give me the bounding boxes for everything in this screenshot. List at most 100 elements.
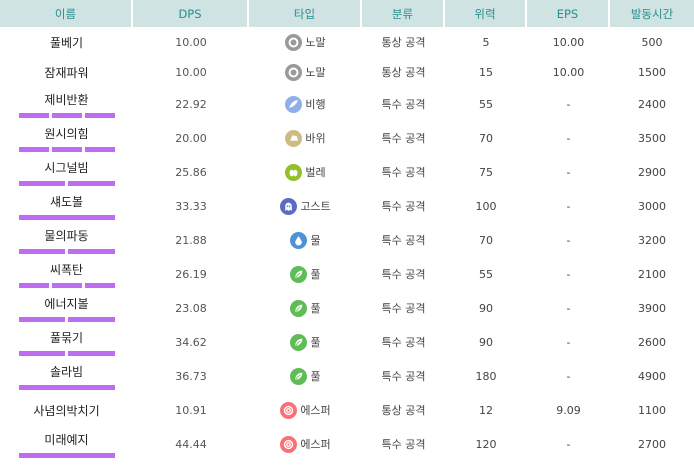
- energy-segment: [51, 282, 82, 288]
- move-type-cell: 풀: [249, 257, 362, 291]
- move-duration: 2600: [638, 335, 666, 349]
- table-row[interactable]: 솔라빔 36.73 풀 특수 공격 180 - 4900: [0, 359, 694, 393]
- move-name[interactable]: 솔라빔: [0, 363, 133, 380]
- move-power: 70: [479, 131, 493, 145]
- move-name[interactable]: 에너지볼: [0, 295, 133, 312]
- energy-segment: [18, 248, 65, 254]
- move-category: 특수 공격: [381, 370, 426, 383]
- table-row[interactable]: 원시의힘 20.00 바위 특수 공격 70 - 3500: [0, 121, 694, 155]
- move-name-cell: 에너지볼: [0, 291, 133, 325]
- energy-segment: [68, 350, 115, 356]
- energy-segment: [18, 146, 49, 152]
- table-row[interactable]: 섀도볼 33.33 고스트 특수 공격 100 - 3000: [0, 189, 694, 223]
- header-category[interactable]: 분류: [362, 0, 445, 27]
- move-type-cell: 벌레: [249, 155, 362, 189]
- move-duration: 1500: [638, 65, 666, 79]
- move-name-cell: 섀도볼: [0, 189, 133, 223]
- move-name-cell: 물의파동: [0, 223, 133, 257]
- energy-segment: [18, 214, 115, 220]
- move-type-cell: 물: [249, 223, 362, 257]
- move-type: 풀: [310, 336, 321, 349]
- energy-bar: [0, 384, 133, 390]
- header-power[interactable]: 위력: [445, 0, 527, 27]
- table-row[interactable]: 시그널빔 25.86 벌레 특수 공격 75 - 2900: [0, 155, 694, 189]
- move-category: 특수 공격: [381, 200, 426, 213]
- header-type[interactable]: 타입: [249, 0, 362, 27]
- table-row[interactable]: 잠재파워 10.00 노말 통상 공격 15 10.00 1500: [0, 57, 694, 87]
- move-duration: 3900: [638, 301, 666, 315]
- move-type-cell: 풀: [249, 291, 362, 325]
- move-name[interactable]: 섀도볼: [0, 193, 133, 210]
- move-category: 통상 공격: [381, 404, 426, 417]
- move-name-cell: 미래예지: [0, 427, 133, 461]
- bug-type-icon: [285, 163, 303, 181]
- move-power: 55: [479, 267, 493, 281]
- move-duration: 500: [641, 35, 663, 49]
- move-name[interactable]: 잠재파워: [0, 64, 133, 81]
- energy-segment: [18, 452, 115, 458]
- move-name[interactable]: 풀베기: [0, 34, 133, 51]
- ghost-type-icon: [280, 197, 298, 215]
- move-name-cell: 풀묶기: [0, 325, 133, 359]
- move-dps: 22.92: [175, 97, 207, 111]
- move-name-cell: 제비반환: [0, 87, 133, 121]
- move-type: 노말: [305, 36, 326, 49]
- move-name-cell: 시그널빔: [0, 155, 133, 189]
- move-eps: -: [566, 199, 571, 213]
- move-name-cell: 풀베기: [0, 27, 133, 57]
- header-duration[interactable]: 발동시간: [610, 0, 694, 27]
- move-type-cell: 풀: [249, 325, 362, 359]
- move-duration: 3000: [638, 199, 666, 213]
- move-dps: 23.08: [175, 301, 207, 315]
- move-power: 120: [475, 437, 497, 451]
- move-type: 풀: [310, 370, 321, 383]
- table-row[interactable]: 풀묶기 34.62 풀 특수 공격 90 - 2600: [0, 325, 694, 359]
- table-row[interactable]: 물의파동 21.88 물 특수 공격 70 - 3200: [0, 223, 694, 257]
- grass-type-icon: [290, 265, 308, 283]
- table-row[interactable]: 에너지볼 23.08 풀 특수 공격 90 - 3900: [0, 291, 694, 325]
- energy-bar: [0, 248, 133, 254]
- move-eps: -: [566, 369, 571, 383]
- table-row[interactable]: 사념의박치기 10.91 에스퍼 통상 공격 12 9.09 1100: [0, 393, 694, 427]
- move-power: 12: [479, 403, 493, 417]
- move-category: 통상 공격: [381, 36, 426, 49]
- move-eps: -: [566, 131, 571, 145]
- header-name[interactable]: 이름: [0, 0, 133, 27]
- move-name[interactable]: 원시의힘: [0, 125, 133, 142]
- energy-segment: [84, 282, 115, 288]
- move-name[interactable]: 풀묶기: [0, 329, 133, 346]
- move-eps: -: [566, 335, 571, 349]
- move-name[interactable]: 제비반환: [0, 91, 133, 108]
- table-row[interactable]: 제비반환 22.92 비행 특수 공격 55 - 2400: [0, 87, 694, 121]
- move-duration: 3200: [638, 233, 666, 247]
- energy-segment: [18, 180, 65, 186]
- energy-segment: [68, 180, 115, 186]
- move-type-cell: 비행: [249, 87, 362, 121]
- move-duration: 1100: [638, 403, 666, 417]
- table-header-row: 이름 DPS 타입 분류 위력 EPS 발동시간: [0, 0, 694, 27]
- table-row[interactable]: 풀베기 10.00 노말 통상 공격 5 10.00 500: [0, 27, 694, 57]
- psychic-type-icon: [280, 435, 298, 453]
- move-dps: 36.73: [175, 369, 207, 383]
- move-name[interactable]: 사념의박치기: [0, 402, 133, 419]
- move-eps: -: [566, 267, 571, 281]
- energy-bar: [0, 350, 133, 356]
- energy-segment: [18, 316, 65, 322]
- energy-bar: [0, 452, 133, 458]
- move-duration: 2700: [638, 437, 666, 451]
- move-name[interactable]: 시그널빔: [0, 159, 133, 176]
- header-dps[interactable]: DPS: [133, 0, 249, 27]
- move-power: 70: [479, 233, 493, 247]
- move-name[interactable]: 씨폭탄: [0, 261, 133, 278]
- move-type: 에스퍼: [300, 438, 331, 451]
- move-eps: -: [566, 97, 571, 111]
- move-eps: -: [566, 165, 571, 179]
- energy-segment: [18, 282, 49, 288]
- table-row[interactable]: 씨폭탄 26.19 풀 특수 공격 55 - 2100: [0, 257, 694, 291]
- move-type: 벌레: [305, 166, 326, 179]
- table-row[interactable]: 미래예지 44.44 에스퍼 특수 공격 120 - 2700: [0, 427, 694, 461]
- move-duration: 2900: [638, 165, 666, 179]
- move-name[interactable]: 미래예지: [0, 431, 133, 448]
- header-eps[interactable]: EPS: [527, 0, 610, 27]
- move-name[interactable]: 물의파동: [0, 227, 133, 244]
